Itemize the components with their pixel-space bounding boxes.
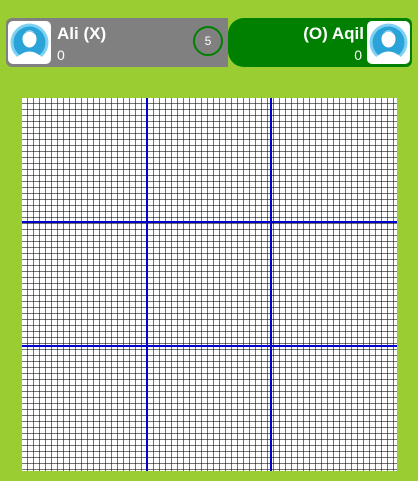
player-x-name: Ali (X) [57,24,107,43]
turn-timer: 5 [193,26,223,56]
board-cell[interactable] [272,98,396,222]
board-cell[interactable] [148,347,272,471]
player-o-panel: (O) Aqil 0 [228,18,412,67]
board-cell[interactable] [148,223,272,347]
board-cell[interactable] [148,98,272,222]
board-cell[interactable] [22,347,146,471]
player-o-name: (O) Aqil [303,24,364,43]
user-avatar-icon [367,21,410,64]
board-cell[interactable] [22,223,146,347]
player-o-score: 0 [354,47,362,63]
user-avatar-icon [8,21,51,64]
board-cell[interactable] [272,347,396,471]
board-cell[interactable] [22,98,146,222]
scoreboard: Ali (X) 0 (O) Aqil 0 5 [6,18,412,67]
player-x-score: 0 [57,47,65,63]
board-cell[interactable] [272,223,396,347]
game-board [22,98,397,471]
